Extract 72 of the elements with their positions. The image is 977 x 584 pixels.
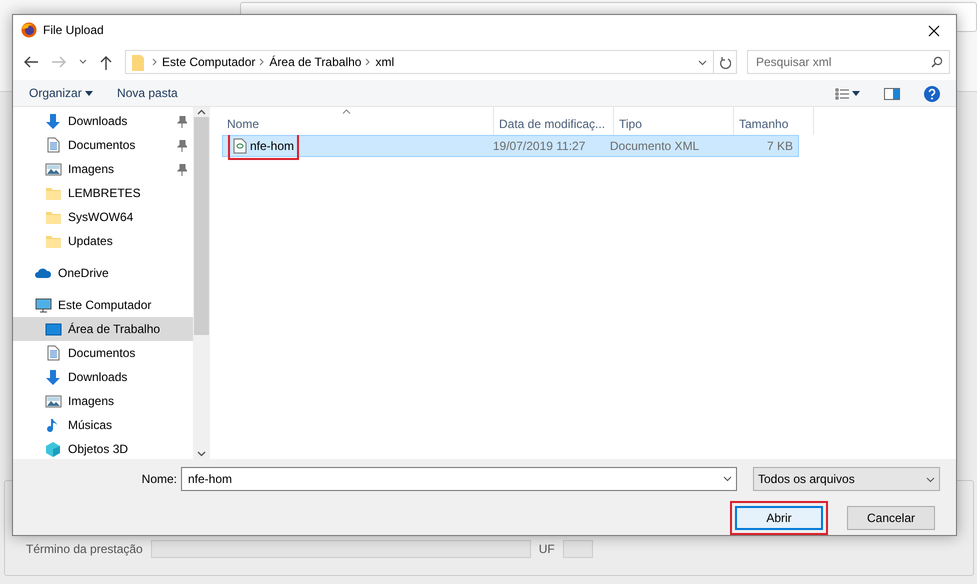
chevron-down-icon — [698, 60, 707, 66]
nav-item[interactable]: Objetos 3D — [13, 437, 193, 461]
folder-icon — [132, 55, 146, 72]
pin-icon — [177, 140, 187, 152]
scrollbar[interactable] — [193, 107, 210, 459]
browser-logo-icon — [21, 22, 37, 38]
window-title: File Upload — [43, 22, 104, 39]
table-cell-text: Documento XML — [608, 138, 700, 155]
field-label: Nome: — [142, 471, 177, 488]
nav-item[interactable]: Imagens — [13, 389, 193, 413]
computer-icon — [35, 296, 52, 314]
file-name: nfe-hom — [233, 137, 294, 155]
nav-item[interactable]: Documentos — [13, 341, 193, 365]
dialog-button[interactable]: Abrir — [735, 506, 823, 530]
sort-caret-icon — [342, 109, 351, 114]
scroll-down-icon — [197, 451, 206, 457]
nav-item[interactable]: Este Computador — [13, 293, 193, 317]
download-icon — [45, 112, 62, 130]
form-label: Término da prestação — [26, 541, 143, 558]
scroll-up-icon — [197, 109, 206, 115]
address-field[interactable]: Este Computador Área de Trabalho xml — [125, 50, 737, 74]
chevron-right-icon — [152, 58, 158, 66]
nav-item[interactable]: SysWOW64 — [13, 205, 193, 229]
chevron-down-icon — [79, 59, 87, 66]
scrollbar-thumb[interactable] — [194, 117, 209, 335]
cube-icon — [45, 440, 62, 458]
table-cell-text: 7 KB — [766, 138, 794, 155]
close-icon — [928, 25, 940, 38]
nav-item[interactable]: OneDrive — [13, 261, 193, 285]
file-row[interactable]: nfe-hom 19/07/2019 11:27 Documento XML 7 KB — [222, 135, 799, 157]
chevron-right-icon — [365, 58, 372, 66]
text-field[interactable] — [562, 540, 593, 558]
dialog-button[interactable]: Cancelar — [847, 506, 935, 530]
nav-item[interactable]: Downloads — [13, 109, 193, 133]
nav-item[interactable]: Documentos — [13, 133, 193, 157]
file-type-dropdown[interactable]: Todos os arquivos — [753, 467, 940, 491]
xml-file-icon — [233, 138, 247, 154]
document-icon — [45, 136, 62, 154]
nav-item[interactable]: Downloads — [13, 365, 193, 389]
image-icon — [45, 160, 62, 178]
nav-item[interactable]: LEMBRETES — [13, 181, 193, 205]
file-name-box[interactable]: nfe-hom — [181, 467, 737, 491]
chevron-down-icon — [926, 476, 935, 483]
toolbar-button[interactable]: Organizar — [21, 82, 102, 104]
pin-icon — [177, 164, 187, 176]
preview-pane-icon — [884, 88, 900, 100]
chevron-down-icon — [723, 476, 732, 482]
help-icon — [924, 86, 940, 102]
desktop-icon — [45, 320, 62, 338]
nav-item[interactable]: Músicas — [13, 413, 193, 437]
pin-icon — [177, 116, 187, 128]
back-arrow-icon — [23, 55, 39, 70]
breadcrumb-item[interactable]: xml — [371, 53, 398, 72]
forward-arrow-icon — [51, 55, 67, 70]
document-icon — [45, 344, 62, 362]
table-cell-text: 19/07/2019 11:27 — [492, 138, 586, 155]
search-icon — [931, 56, 943, 68]
refresh-icon — [719, 56, 731, 69]
up-arrow-icon — [99, 54, 113, 70]
details-view-icon — [834, 88, 849, 100]
nav-item[interactable]: Updates — [13, 229, 193, 253]
nav-item[interactable]: Área de Trabalho — [13, 317, 193, 341]
image-icon — [45, 392, 62, 410]
download-icon — [45, 368, 62, 386]
form-label: UF — [538, 541, 555, 558]
toolbar-button[interactable]: Nova pasta — [109, 82, 186, 104]
nav-item[interactable]: Imagens — [13, 157, 193, 181]
breadcrumb-item[interactable]: Área de Trabalho — [265, 53, 366, 72]
chevron-right-icon — [259, 58, 266, 66]
text-field[interactable] — [150, 540, 531, 558]
search-box[interactable]: Pesquisar xml — [747, 50, 950, 74]
breadcrumb-item[interactable]: Este Computador — [158, 53, 260, 72]
